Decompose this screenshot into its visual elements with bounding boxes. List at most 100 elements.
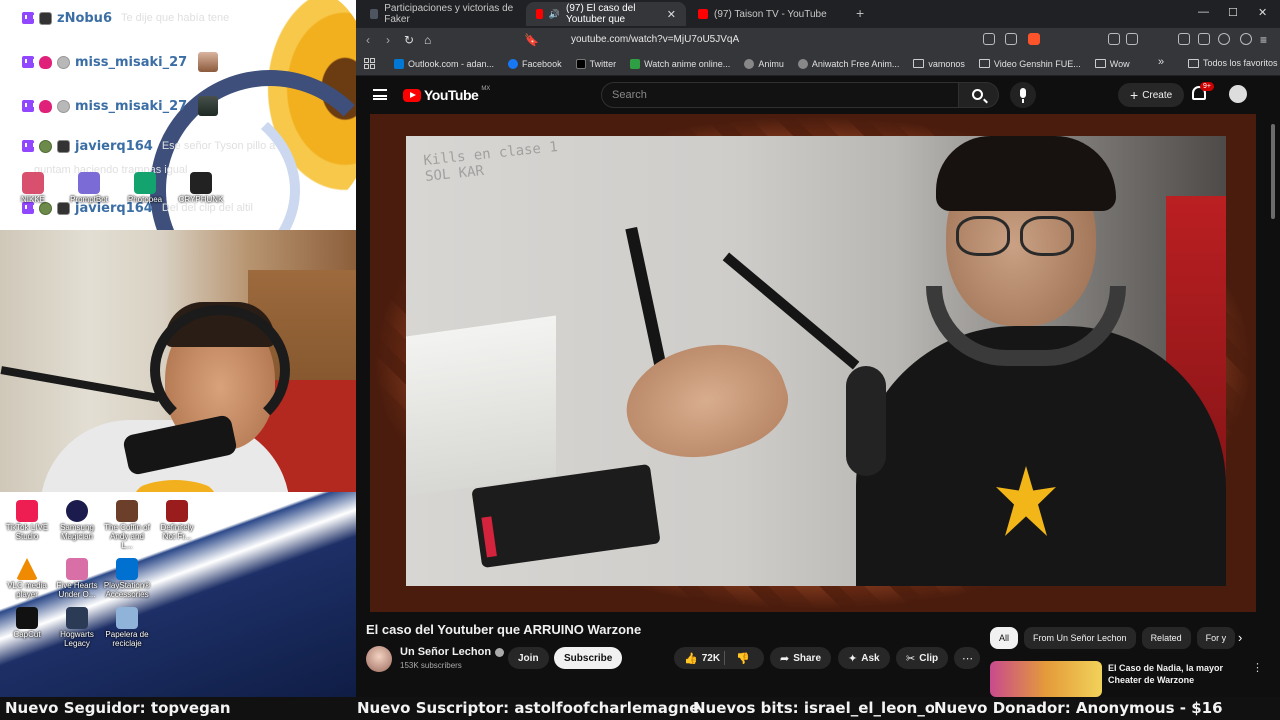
profile-icon[interactable] [1240,33,1252,45]
video-player[interactable]: Kills en clase 1 SOL KAR [370,114,1256,612]
chip-from-channel[interactable]: From Un Señor Lechon [1024,627,1136,649]
desktop-shortcut-recycle-bin[interactable]: Papelera de reciclaje [104,607,150,648]
scrollbar-thumb[interactable] [1271,124,1275,219]
close-window-icon[interactable]: ✕ [1258,6,1267,19]
back-icon[interactable]: ‹ [366,33,370,47]
tab-faker[interactable]: Participaciones y victorias de Faker [360,2,524,26]
hamburger-menu-icon[interactable] [373,89,387,100]
subscribe-button[interactable]: Subscribe [554,647,623,669]
more-vertical-icon[interactable]: ⋮ [1252,661,1263,674]
chip-related[interactable]: Related [1141,627,1191,649]
bookmark-folder-vamonos[interactable]: vamonos [913,59,965,69]
desktop-shortcut-playstation-accessories[interactable]: PlayStation® Accessories [104,558,150,599]
bookmark-aniwatch[interactable]: Aniwatch Free Anim... [797,58,899,69]
desktop-shortcut-capcut[interactable]: CapCut [4,607,50,648]
wallet-icon[interactable] [1198,33,1210,45]
desktop-shortcut-hogwarts-legacy[interactable]: Hogwarts Legacy [54,607,100,648]
outlook-icon [394,58,404,69]
channel-avatar[interactable] [366,646,392,672]
bookmark-label: Twitter [589,58,617,69]
desktop-shortcut-coffin-andy[interactable]: The Coffin of Andy and L... [104,500,150,550]
chip-for-you[interactable]: For y [1196,627,1236,649]
desktop-shortcut-definitely-not-fr[interactable]: Definitely Not Fr... [154,500,200,550]
desktop-shortcut-photopea[interactable]: Photopea [122,172,168,204]
sidebar-icon[interactable] [1126,33,1138,45]
thumbs-up-icon[interactable]: 👍 [684,652,698,665]
bookmark-folder-genshin[interactable]: Video Genshin FUE... [978,59,1081,69]
heart-badge-icon [39,55,52,69]
bookmark-twitter[interactable]: Twitter [575,58,617,69]
youtuber-hair [936,136,1116,211]
desktop-shortcut-samsung-magician[interactable]: Samsung Magician [54,500,100,550]
audio-icon: 🔊 [548,8,560,19]
close-icon[interactable]: ✕ [667,8,676,21]
desktop-shortcut-nikke[interactable]: NIKKE [10,172,56,204]
voice-search-button[interactable] [1010,82,1036,108]
avatar[interactable] [1229,85,1247,103]
vpn-icon[interactable] [1218,33,1230,45]
youtube-logo[interactable]: YouTube MX [403,86,490,103]
shortcut-label: PlayStation® Accessories [103,581,151,599]
apps-icon[interactable] [364,58,375,69]
join-button[interactable]: Join [508,647,549,669]
ask-button[interactable]: ✦ Ask [838,647,890,669]
minimize-icon[interactable]: — [1198,6,1209,18]
folder-icon [913,59,925,68]
tab-youtube-video[interactable]: 🔊 (97) El caso del Youtuber que ✕ [526,2,686,26]
bookmark-icon[interactable]: 🔖 [524,33,539,47]
desktop-shortcut-promptbot[interactable]: PromptBot [66,172,112,204]
brave-shields-icon[interactable] [1028,33,1040,45]
search-button[interactable] [959,82,999,108]
youtube-play-icon [403,88,421,102]
desktop-icons-row: NIKKE PromptBot Photopea CRYPHUNK [10,172,224,204]
home-icon[interactable]: ⌂ [424,33,431,47]
extensions-icon[interactable] [1108,33,1120,45]
bookmark-watch-anime[interactable]: Watch anime online... [630,58,731,69]
chat-text: Ese señor Tyson pillo a [161,140,276,152]
shortcut-label: TikTok LIVE Studio [5,523,49,541]
aniwatch-icon [797,58,808,69]
desktop-shortcut-vlc[interactable]: VLC media player [4,558,50,599]
menu-icon[interactable]: ≡ [1260,33,1267,47]
folder-icon [978,59,990,68]
share-icon: ➦ [780,652,790,665]
thumbs-down-icon[interactable]: 👎 [736,652,750,665]
share-icon[interactable] [1005,33,1017,45]
bookmark-folder-wow[interactable]: Wow [1094,59,1130,69]
bookmark-animu[interactable]: Animu [744,58,784,69]
url-field[interactable]: youtube.com/watch?v=MjU7oU5JVqA [571,34,739,45]
chat-username: miss_misaki_27 [75,98,188,114]
desktop-shortcut-tiktok-live[interactable]: TikTok LIVE Studio [4,500,50,550]
search-input[interactable]: Search [601,82,959,108]
shortcut-label: The Coffin of Andy and L... [104,523,150,550]
new-tab-button[interactable]: + [856,5,864,21]
tab-taison-tv[interactable]: (97) Taison TV - YouTube [688,2,848,26]
more-actions-button[interactable]: ⋯ [954,647,980,669]
chip-all[interactable]: All [990,627,1019,649]
like-count[interactable]: 72K [702,653,720,664]
desktop-shortcut-cryphunk[interactable]: CRYPHUNK [178,172,224,204]
music-icon[interactable] [1178,33,1190,45]
bookmark-facebook[interactable]: Facebook [508,58,562,69]
chevron-right-icon[interactable]: › [1238,630,1242,645]
cast-icon[interactable] [983,33,995,45]
forward-icon[interactable]: › [386,33,390,47]
desktop-shortcut-five-hearts[interactable]: Five Hearts Under O... [54,558,100,599]
chat-message: zNobu6 Te dije que había tene [22,8,229,28]
all-bookmarks-button[interactable]: Todos los favoritos [1188,58,1278,68]
chevron-right-icon[interactable]: » [1158,56,1164,68]
channel-name[interactable]: Un Señor Lechon [400,646,505,658]
share-button[interactable]: ➦ Share [770,647,832,669]
youtube-favicon-icon [698,9,708,19]
recommended-video-thumbnail[interactable] [990,661,1102,697]
join-label: Join [518,652,539,664]
bookmark-outlook[interactable]: Outlook.com - adan... [394,58,494,69]
recommended-video-title[interactable]: El Caso de Nadia, la mayor Cheater de Wa… [1108,662,1238,686]
maximize-icon[interactable]: ☐ [1228,6,1238,19]
bookmark-label: Watch anime online... [644,58,731,69]
page-scrollbar[interactable] [1270,114,1276,697]
create-button[interactable]: + Create [1118,83,1185,107]
promptbot-icon [78,172,100,194]
reload-icon[interactable]: ↻ [404,33,414,47]
clip-button[interactable]: ✂ Clip [896,647,949,669]
